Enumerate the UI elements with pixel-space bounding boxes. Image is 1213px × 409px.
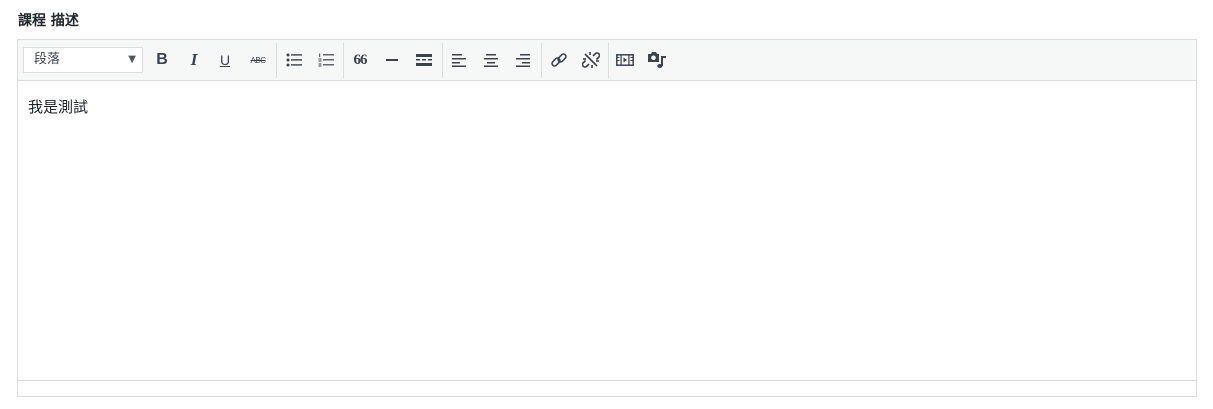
insert-video-button[interactable] (611, 47, 639, 73)
remove-link-icon (582, 52, 600, 68)
align-center-button[interactable] (477, 47, 505, 73)
strikethrough-icon: ABC (250, 55, 266, 65)
toolbar-separator (608, 43, 609, 78)
chevron-down-icon: ▼ (128, 54, 136, 65)
insert-link-button[interactable] (545, 47, 573, 73)
paragraph: 我是測試 (28, 98, 89, 116)
toolbar-separator (276, 43, 277, 78)
underline-button[interactable]: U (211, 47, 239, 73)
editor-content-area[interactable]: 我是測試 (18, 81, 1196, 381)
rich-text-editor: 段落 ▼ B I U ABC 66 我是測試 (17, 39, 1197, 397)
remove-link-button[interactable] (577, 47, 605, 73)
numbered-list-icon (318, 53, 334, 67)
toolbar-separator (442, 43, 443, 78)
read-more-button[interactable] (410, 47, 438, 73)
bullet-list-button[interactable] (280, 47, 308, 73)
align-right-icon (516, 54, 530, 67)
italic-icon: I (190, 50, 198, 69)
paragraph-format-select[interactable]: 段落 ▼ (23, 47, 143, 73)
bold-icon: B (156, 51, 168, 68)
insert-media-button[interactable] (643, 47, 671, 73)
align-right-button[interactable] (509, 47, 537, 73)
field-label: 課程 描述 (18, 13, 79, 29)
blockquote-button[interactable]: 66 (346, 47, 374, 73)
align-center-icon (484, 54, 498, 67)
read-more-icon (416, 54, 432, 66)
editor-statusbar (18, 380, 1196, 396)
insert-media-icon (648, 52, 666, 68)
insert-link-icon (551, 53, 567, 67)
italic-button[interactable]: I (180, 47, 208, 73)
numbered-list-button[interactable] (312, 47, 340, 73)
align-left-button[interactable] (445, 47, 473, 73)
toolbar-separator (343, 43, 344, 78)
strikethrough-button[interactable]: ABC (244, 47, 272, 73)
insert-video-icon (616, 54, 634, 66)
horizontal-rule-icon (386, 59, 398, 61)
underline-icon: U (219, 52, 231, 68)
horizontal-rule-button[interactable] (378, 47, 406, 73)
bullet-list-icon (286, 53, 302, 67)
align-left-icon (452, 54, 466, 67)
editor-toolbar: 段落 ▼ B I U ABC 66 (18, 40, 1196, 81)
blockquote-icon: 66 (353, 51, 368, 68)
format-select-value: 段落 (34, 52, 61, 67)
toolbar-separator (541, 43, 542, 78)
bold-button[interactable]: B (148, 47, 176, 73)
